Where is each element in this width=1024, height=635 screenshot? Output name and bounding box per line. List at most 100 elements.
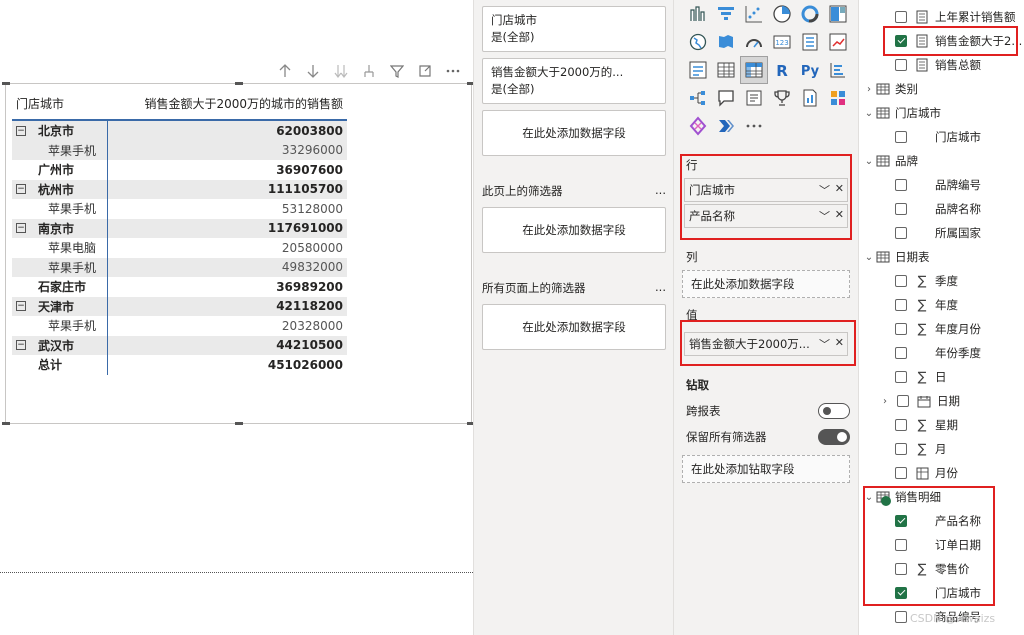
field-checkbox[interactable]: [895, 59, 907, 71]
card-icon[interactable]: 123: [768, 28, 796, 56]
cross-report-toggle[interactable]: [818, 403, 850, 419]
filter-icon[interactable]: [386, 62, 408, 80]
city-row[interactable]: − 南京市 117691000: [12, 218, 347, 238]
header-sales-amount[interactable]: 销售金额大于2000万的城市的销售额: [108, 95, 347, 112]
city-row[interactable]: − 天津市 42118200: [12, 296, 347, 316]
filled-map-icon[interactable]: [712, 28, 740, 56]
columns-drop-zone[interactable]: 在此处添加数据字段: [682, 270, 850, 298]
field-table[interactable]: › 类别: [859, 77, 1024, 101]
focus-mode-icon[interactable]: [414, 62, 436, 80]
product-row[interactable]: 苹果手机 33296000: [12, 140, 347, 160]
field-item[interactable]: 月份: [859, 461, 1024, 485]
product-row[interactable]: 苹果手机 20328000: [12, 316, 347, 336]
power-apps-icon[interactable]: [824, 84, 852, 112]
chevron-right-icon[interactable]: ›: [879, 396, 891, 407]
resize-handle[interactable]: [235, 82, 243, 85]
more-options-icon[interactable]: ...: [655, 183, 666, 199]
power-automate-icon[interactable]: [684, 112, 712, 140]
field-item[interactable]: 销售总额: [859, 53, 1024, 77]
gauge-icon[interactable]: [740, 28, 768, 56]
drill-down-icon[interactable]: [302, 62, 324, 80]
scatter-chart-icon[interactable]: [740, 0, 768, 28]
field-checkbox[interactable]: [895, 203, 907, 215]
resize-handle[interactable]: [2, 422, 10, 425]
field-checkbox[interactable]: [895, 419, 907, 431]
filter-card-store-city[interactable]: 门店城市 是(全部): [482, 6, 666, 52]
city-row[interactable]: 广州市 36907600: [12, 160, 347, 180]
chevron-down-icon[interactable]: ⌄: [863, 252, 875, 263]
field-checkbox[interactable]: [895, 227, 907, 239]
visual-filters-drop-zone[interactable]: 在此处添加数据字段: [482, 110, 666, 156]
field-item[interactable]: 品牌编号: [859, 173, 1024, 197]
python-visual-icon[interactable]: Py: [796, 56, 824, 84]
product-row[interactable]: 苹果手机 53128000: [12, 199, 347, 219]
field-checkbox[interactable]: [895, 323, 907, 335]
paginated-report-icon[interactable]: [796, 84, 824, 112]
field-item[interactable]: ∑ 季度: [859, 269, 1024, 293]
header-store-city[interactable]: 门店城市: [12, 95, 108, 112]
r-script-icon[interactable]: R: [768, 56, 796, 84]
field-checkbox[interactable]: [895, 611, 907, 623]
power-automate-flow-icon[interactable]: [712, 112, 740, 140]
field-checkbox[interactable]: [897, 395, 909, 407]
resize-handle[interactable]: [235, 422, 243, 425]
key-influencers-icon[interactable]: [824, 56, 852, 84]
collapse-icon[interactable]: −: [16, 301, 26, 312]
collapse-icon[interactable]: −: [16, 223, 26, 234]
field-item[interactable]: 门店城市: [859, 125, 1024, 149]
field-table[interactable]: ⌄ 日期表: [859, 245, 1024, 269]
decomposition-tree-icon[interactable]: [684, 84, 712, 112]
page-filters-drop-zone[interactable]: 在此处添加数据字段: [482, 207, 666, 253]
field-table[interactable]: ⌄ 门店城市: [859, 101, 1024, 125]
map-icon[interactable]: [684, 28, 712, 56]
city-row[interactable]: − 武汉市 44210500: [12, 335, 347, 355]
field-checkbox[interactable]: [895, 131, 907, 143]
trophy-icon[interactable]: [768, 84, 796, 112]
field-item[interactable]: ∑ 年度: [859, 293, 1024, 317]
donut-chart-icon[interactable]: [796, 0, 824, 28]
total-row[interactable]: 总计 451026000: [12, 355, 347, 375]
city-row[interactable]: − 北京市 62003800: [12, 121, 347, 141]
product-row[interactable]: 苹果电脑 20580000: [12, 238, 347, 258]
smart-narrative-icon[interactable]: [740, 84, 768, 112]
field-checkbox[interactable]: [895, 275, 907, 287]
field-checkbox[interactable]: [895, 299, 907, 311]
field-item[interactable]: ∑ 年度月份: [859, 317, 1024, 341]
funnel-chart-icon[interactable]: [712, 0, 740, 28]
field-checkbox[interactable]: [895, 347, 907, 359]
ribbon-chart-icon[interactable]: [684, 0, 712, 28]
field-item[interactable]: › 日期: [859, 389, 1024, 413]
field-item[interactable]: 品牌名称: [859, 197, 1024, 221]
field-checkbox[interactable]: [895, 179, 907, 191]
pie-chart-icon[interactable]: [768, 0, 796, 28]
chevron-down-icon[interactable]: ⌄: [863, 108, 875, 119]
drill-through-drop-zone[interactable]: 在此处添加钻取字段: [682, 455, 850, 483]
field-checkbox[interactable]: [895, 371, 907, 383]
city-row[interactable]: 石家庄市 36989200: [12, 277, 347, 297]
more-options-icon[interactable]: [442, 62, 464, 80]
collapse-icon[interactable]: −: [16, 125, 26, 136]
slicer-icon[interactable]: [684, 56, 712, 84]
field-item[interactable]: 所属国家: [859, 221, 1024, 245]
matrix-icon[interactable]: [740, 56, 768, 84]
field-checkbox[interactable]: [895, 467, 907, 479]
resize-handle[interactable]: [2, 82, 10, 85]
keep-filters-toggle[interactable]: [818, 429, 850, 445]
qa-visual-icon[interactable]: [712, 84, 740, 112]
chevron-down-icon[interactable]: ⌄: [863, 156, 875, 167]
field-table[interactable]: ⌄ 品牌: [859, 149, 1024, 173]
multi-row-card-icon[interactable]: [796, 28, 824, 56]
expand-next-level-icon[interactable]: [330, 62, 352, 80]
field-item[interactable]: 年份季度: [859, 341, 1024, 365]
chevron-right-icon[interactable]: ›: [863, 84, 875, 95]
expand-hierarchy-icon[interactable]: [358, 62, 380, 80]
drill-up-icon[interactable]: [274, 62, 296, 80]
product-row[interactable]: 苹果手机 49832000: [12, 257, 347, 277]
field-item[interactable]: ∑ 日: [859, 365, 1024, 389]
filter-card-sales-measure[interactable]: 销售金额大于2000万的... 是(全部): [482, 58, 666, 104]
field-item[interactable]: ∑ 月: [859, 437, 1024, 461]
field-item[interactable]: ∑ 星期: [859, 413, 1024, 437]
all-pages-filters-drop-zone[interactable]: 在此处添加数据字段: [482, 304, 666, 350]
table-icon[interactable]: [712, 56, 740, 84]
field-checkbox[interactable]: [895, 443, 907, 455]
